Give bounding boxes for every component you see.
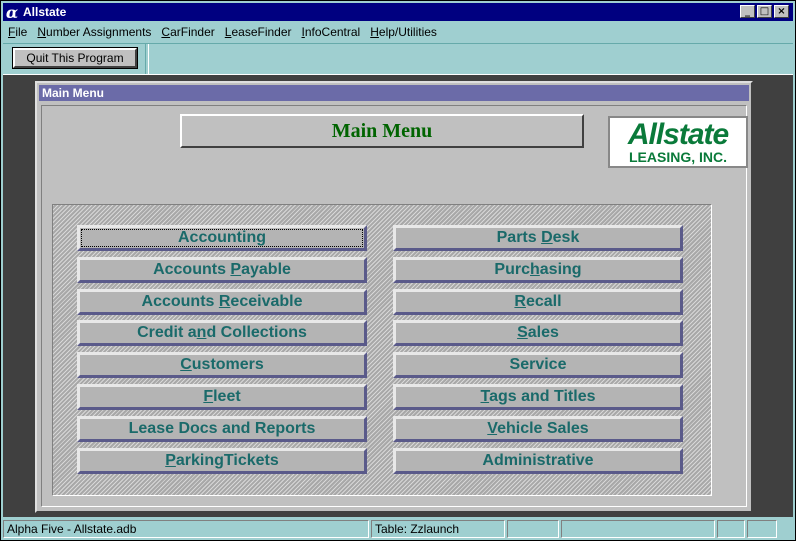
status-cell-4 <box>561 520 715 538</box>
status-database: Alpha Five - Allstate.adb <box>3 520 369 538</box>
service-button[interactable]: Service <box>393 352 683 379</box>
close-icon[interactable]: × <box>774 5 789 18</box>
accounting-button[interactable]: Accounting <box>77 225 367 251</box>
main-menu-heading: Main Menu <box>180 114 584 148</box>
vehicle-sales-button[interactable]: Vehicle Sales <box>393 415 683 442</box>
accounts-receivable-button[interactable]: Accounts Receivable <box>77 288 367 315</box>
menu-button-panel: Accounting Accounts Payable Accounts Recei… <box>52 204 712 496</box>
child-window-title[interactable]: Main Menu <box>39 85 749 101</box>
administrative-button[interactable]: Administrative <box>393 447 683 474</box>
recall-button[interactable]: Recall <box>393 288 683 315</box>
credit-and-collections-button[interactable]: Credit and Collections <box>77 320 367 347</box>
title-bar[interactable]: α Allstate _ □ × <box>3 3 793 22</box>
status-cell-6 <box>747 520 777 538</box>
menu-carfinder[interactable]: CarFinder <box>161 25 214 39</box>
status-cell-3 <box>507 520 559 538</box>
tags-and-titles-button[interactable]: Tags and Titles <box>393 384 683 410</box>
accounts-payable-button[interactable]: Accounts Payable <box>77 256 367 283</box>
application-window: α Allstate _ □ × File Number Assignments C… <box>0 0 796 541</box>
status-cell-5 <box>717 520 745 538</box>
menu-infocentral[interactable]: InfoCentral <box>302 25 361 39</box>
menu-help-utilities[interactable]: Help/Utilities <box>370 25 437 39</box>
toolbar-separator <box>145 44 149 74</box>
status-table: Table: Zzlaunch <box>371 520 505 538</box>
logo-line1: Allstate <box>627 118 729 151</box>
status-bar: Alpha Five - Allstate.adb Table: Zzlaunc… <box>3 519 793 539</box>
window-controls: _ □ × <box>740 5 789 18</box>
menu-file[interactable]: File <box>8 25 27 39</box>
logo-line2: LEASING, INC. <box>628 149 727 165</box>
allstate-logo: Allstate LEASING, INC. <box>608 116 748 168</box>
minimize-icon[interactable]: _ <box>740 5 755 18</box>
maximize-icon[interactable]: □ <box>757 5 772 18</box>
fleet-button[interactable]: Fleet <box>77 384 367 410</box>
customers-button[interactable]: Customers <box>77 352 367 379</box>
menu-leasefinder[interactable]: LeaseFinder <box>225 25 292 39</box>
toolbar: Quit This Program <box>3 43 793 75</box>
quit-program-button[interactable]: Quit This Program <box>12 47 138 69</box>
mdi-workspace: Main Menu Main Menu Allstate LEASING, IN… <box>3 75 793 517</box>
lease-docs-and-reports-button[interactable]: Lease Docs and Reports <box>77 415 367 442</box>
main-menu-window: Main Menu Main Menu Allstate LEASING, IN… <box>35 81 753 513</box>
main-menu-form: Main Menu Allstate LEASING, INC. Account… <box>41 105 748 507</box>
menu-bar: File Number Assignments CarFinder LeaseFind… <box>3 23 442 41</box>
parts-desk-button[interactable]: Parts Desk <box>393 225 683 251</box>
menu-number-assignments[interactable]: Number Assignments <box>37 25 151 39</box>
window-title: Allstate <box>23 5 67 19</box>
sales-button[interactable]: Sales <box>393 320 683 347</box>
parkingtickets-button[interactable]: ParkingTickets <box>77 447 367 474</box>
purchasing-button[interactable]: Purchasing <box>393 256 683 283</box>
alpha-app-icon[interactable]: α <box>3 3 21 22</box>
